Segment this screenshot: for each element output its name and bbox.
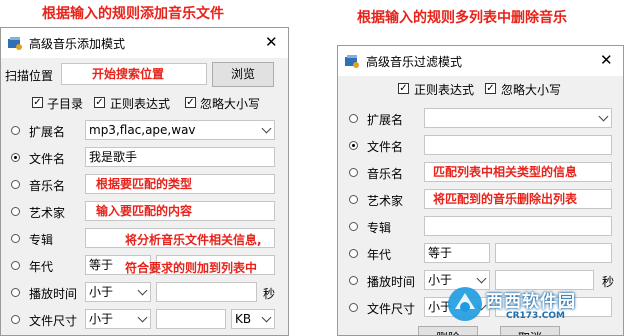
radio-filesize[interactable] [349,303,358,312]
artist-label: 艺术家 [29,206,66,220]
music-name-label: 音乐名 [29,179,66,193]
filesize-operator-combo[interactable]: 小于 [85,309,151,329]
radio-year[interactable] [349,249,358,258]
right-titlebar: 高级音乐过滤模式 ✕ [338,46,623,76]
radio-artist[interactable] [11,207,20,216]
watermark-text: 西西软件园 [486,292,576,312]
artist-input[interactable]: 将匹配到的音乐删除出列表 [424,189,612,209]
left-heading: 根据输入的规则添加音乐文件 [42,6,224,22]
filename-label: 文件名 [367,140,404,154]
radio-music-name[interactable] [11,180,20,189]
filesize-unit-combo[interactable]: KB [231,309,275,329]
filesize-input[interactable] [156,309,226,329]
artist-label: 艺术家 [367,194,404,208]
album-label: 专辑 [367,221,392,235]
regex-label: 正则表达式 [110,97,171,111]
year-operator-value: 等于 [428,246,453,260]
year-label: 年代 [29,260,54,274]
watermark-logo-icon [448,287,482,321]
album-label: 专辑 [29,233,54,247]
music-name-input[interactable]: 根据要匹配的类型 [85,174,275,194]
right-dialog: 高级音乐过滤模式 ✕ ✓ 正则表达式 ✓ 忽略大小写 扩展名 文件名 音乐名 匹… [337,45,624,336]
playtime-label: 播放时间 [29,287,78,301]
playtime-label: 播放时间 [367,275,416,289]
year-input[interactable] [495,243,612,263]
extension-label: 扩展名 [29,125,66,139]
close-icon[interactable]: ✕ [600,51,613,69]
regex-checkbox[interactable]: ✓ [398,83,409,94]
scan-location-label: 扫描位置 [5,69,54,83]
regex-checkbox[interactable]: ✓ [94,97,105,108]
radio-filename[interactable] [349,141,358,150]
close-icon[interactable]: ✕ [265,33,278,51]
app-icon [344,53,360,69]
radio-filename[interactable] [11,153,20,162]
radio-artist[interactable] [349,195,358,204]
year-operator-combo[interactable]: 等于 [424,243,490,263]
playtime-operator-value: 小于 [89,285,114,299]
ignorecase-label: 忽略大小写 [501,83,562,97]
music-name-input[interactable]: 匹配列表中相关类型的信息 [424,162,612,182]
chevron-down-icon [137,312,148,323]
radio-album[interactable] [11,234,20,243]
filename-input[interactable] [424,135,612,155]
annotation-line2: 符合要求的则加到列表中 [125,261,258,275]
app-icon [7,35,23,51]
ignorecase-checkbox[interactable]: ✓ [485,83,496,94]
radio-extension[interactable] [349,114,358,123]
watermark: 西西软件园 CR173.COM [446,281,616,327]
subdir-label: 子目录 [47,97,84,111]
filesize-operator-value: 小于 [89,312,114,326]
radio-playtime[interactable] [11,288,20,297]
artist-input[interactable]: 输入要匹配的内容 [85,201,275,221]
filesize-label: 文件尺寸 [29,314,78,328]
left-dialog: 高级音乐添加模式 ✕ 扫描位置 开始搜索位置 浏览 ✓ 子目录 ✓ 正则表达式 … [0,27,289,336]
playtime-operator-combo[interactable]: 小于 [85,282,151,302]
music-name-label: 音乐名 [367,167,404,181]
ignorecase-checkbox[interactable]: ✓ [185,97,196,108]
annotation-line1: 将分析音乐文件相关信息, [125,233,262,247]
playtime-unit: 秒 [263,287,276,301]
year-operator-value: 等于 [89,258,114,272]
scan-location-input[interactable]: 开始搜索位置 [61,63,207,85]
left-titlebar: 高级音乐添加模式 ✕ [1,28,288,58]
extension-label: 扩展名 [367,113,404,127]
left-title: 高级音乐添加模式 [29,37,126,51]
extension-combo[interactable]: mp3,flac,ape,wav [85,120,275,140]
right-title: 高级音乐过滤模式 [366,55,463,69]
extension-combo[interactable] [424,108,612,128]
chevron-down-icon [261,312,272,323]
delete-button[interactable]: 删除 [418,326,478,335]
playtime-input[interactable] [156,282,257,302]
chevron-down-icon [261,123,272,134]
chevron-down-icon [598,111,609,122]
filename-input[interactable]: 我是歌手 [85,147,275,167]
cancel-button[interactable]: 取消 [500,326,560,335]
year-label: 年代 [367,248,392,262]
subdir-checkbox[interactable]: ✓ [32,97,43,108]
album-input[interactable] [424,216,612,236]
filesize-unit-value: KB [235,312,252,326]
filesize-label: 文件尺寸 [367,302,416,316]
radio-playtime[interactable] [349,276,358,285]
radio-music-name[interactable] [349,168,358,177]
radio-year[interactable] [11,261,20,270]
radio-filesize[interactable] [11,315,20,324]
radio-extension[interactable] [11,126,20,135]
right-heading: 根据输入的规则多列表中删除音乐 [357,10,567,26]
extension-value: mp3,flac,ape,wav [89,123,196,137]
browse-button[interactable]: 浏览 [212,62,274,87]
chevron-down-icon [137,285,148,296]
regex-label: 正则表达式 [414,83,475,97]
radio-album[interactable] [349,222,358,231]
watermark-url: CR173.COM [506,311,565,321]
filename-label: 文件名 [29,152,66,166]
ignorecase-label: 忽略大小写 [200,97,261,111]
